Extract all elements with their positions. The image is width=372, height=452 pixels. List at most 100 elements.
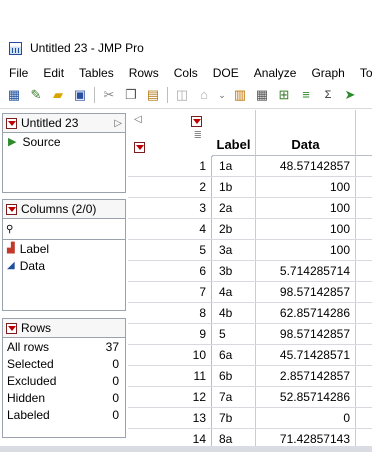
- open-icon[interactable]: ▰: [50, 87, 66, 103]
- cell-data[interactable]: 2.857142857: [256, 366, 356, 386]
- cell-data[interactable]: 5.714285714: [256, 261, 356, 281]
- cell-data[interactable]: 100: [256, 219, 356, 239]
- cell-data[interactable]: 52.85714286: [256, 387, 356, 407]
- cell-label[interactable]: 6a: [212, 345, 256, 365]
- table-row[interactable]: 6 3b 5.714285714: [128, 261, 372, 282]
- red-triangle-menu-icon[interactable]: [6, 322, 17, 334]
- row-number[interactable]: 4: [128, 219, 212, 239]
- cut-icon[interactable]: ✂: [101, 87, 117, 103]
- copy-icon[interactable]: ❐: [123, 87, 139, 103]
- row-number[interactable]: 9: [128, 324, 212, 344]
- menu-tables[interactable]: Tables: [70, 66, 120, 80]
- row-number[interactable]: 10: [128, 345, 212, 365]
- menu-doe[interactable]: DOE: [204, 66, 245, 80]
- calc-icon[interactable]: ▦: [254, 87, 270, 103]
- cell-data[interactable]: 100: [256, 177, 356, 197]
- table-row[interactable]: 3 2a 100: [128, 198, 372, 219]
- collapse-left-arrow-icon[interactable]: ◁: [134, 114, 142, 125]
- arrow-icon[interactable]: ➤: [342, 87, 358, 103]
- lock-icon[interactable]: ⌂: [196, 87, 212, 103]
- save-icon[interactable]: ▣: [72, 87, 88, 103]
- column-header-label[interactable]: Label: [212, 110, 256, 156]
- stat-label: Hidden: [7, 390, 46, 405]
- table-row[interactable]: 2 1b 100: [128, 177, 372, 198]
- toolbar: ▦ ✎ ▰ ▣ ✂ ❐ ▤ ◫ ⌂ ⌄ ▥ ▦ ⊞ ≡ Σ ➤: [0, 82, 372, 109]
- left-panels: Untitled 23 ▷ ▶ Source Columns (2/0) ⚲ ▟…: [0, 110, 128, 452]
- data-grid-icon[interactable]: ▥: [232, 87, 248, 103]
- cell-label[interactable]: 7b: [212, 408, 256, 428]
- rows-red-triangle-icon[interactable]: [134, 142, 145, 153]
- menu-analyze[interactable]: Analyze: [245, 66, 303, 80]
- cell-label[interactable]: 3b: [212, 261, 256, 281]
- new-script-icon[interactable]: ✎: [28, 87, 44, 103]
- row-number[interactable]: 13: [128, 408, 212, 428]
- columns-panel: Columns (2/0) ⚲ ▟ Label ◢ Data: [2, 199, 126, 311]
- table-row[interactable]: 9 5 98.57142857: [128, 324, 372, 345]
- table-icon[interactable]: ▦: [6, 87, 22, 103]
- bar-chart-icon[interactable]: ≡: [298, 87, 314, 103]
- table-row[interactable]: 4 2b 100: [128, 219, 372, 240]
- paste-icon[interactable]: ▤: [145, 87, 161, 103]
- menu-edit[interactable]: Edit: [34, 66, 70, 80]
- row-number[interactable]: 6: [128, 261, 212, 281]
- red-triangle-menu-icon[interactable]: [6, 203, 17, 215]
- menu-rows[interactable]: Rows: [120, 66, 165, 80]
- more-icon[interactable]: ⌄: [218, 87, 226, 103]
- table-row[interactable]: 5 3a 100: [128, 240, 372, 261]
- cell-label[interactable]: 7a: [212, 387, 256, 407]
- cell-label[interactable]: 2b: [212, 219, 256, 239]
- stat-value: 0: [112, 390, 119, 405]
- table-row[interactable]: 10 6a 45.71428571: [128, 345, 372, 366]
- corner-red-triangle-icon[interactable]: [191, 116, 202, 127]
- collapse-arrow-icon[interactable]: ▷: [114, 118, 125, 129]
- column-search-field[interactable]: ⚲: [3, 219, 125, 240]
- row-filter-icon: ≣: [193, 130, 202, 141]
- table-row[interactable]: 13 7b 0: [128, 408, 372, 429]
- row-number[interactable]: 3: [128, 198, 212, 218]
- window-title: Untitled 23 - JMP Pro: [30, 41, 144, 55]
- row-number[interactable]: 12: [128, 387, 212, 407]
- cell-data[interactable]: 98.57142857: [256, 324, 356, 344]
- row-number[interactable]: 11: [128, 366, 212, 386]
- column-name: Label: [19, 241, 50, 256]
- cell-label[interactable]: 5: [212, 324, 256, 344]
- row-number[interactable]: 7: [128, 282, 212, 302]
- cell-label[interactable]: 4b: [212, 303, 256, 323]
- cell-data[interactable]: 100: [256, 198, 356, 218]
- column-item-label[interactable]: ▟ Label: [3, 240, 125, 257]
- cell-label[interactable]: 4a: [212, 282, 256, 302]
- source-row[interactable]: ▶ Source: [3, 133, 125, 150]
- continuous-triangle-icon: ◢: [7, 260, 15, 271]
- table-row[interactable]: 7 4a 98.57142857: [128, 282, 372, 303]
- column-header-data[interactable]: Data: [256, 110, 356, 156]
- cell-label[interactable]: 1a: [212, 156, 256, 176]
- cell-label[interactable]: 6b: [212, 366, 256, 386]
- column-item-data[interactable]: ◢ Data: [3, 257, 125, 274]
- cell-label[interactable]: 3a: [212, 240, 256, 260]
- row-number[interactable]: 2: [128, 177, 212, 197]
- table-row[interactable]: 8 4b 62.85714286: [128, 303, 372, 324]
- row-number[interactable]: 5: [128, 240, 212, 260]
- window-titlebar: Untitled 23 - JMP Pro: [0, 36, 372, 60]
- menu-file[interactable]: File: [0, 66, 34, 80]
- menu-graph[interactable]: Graph: [302, 66, 350, 80]
- row-number[interactable]: 8: [128, 303, 212, 323]
- table-row[interactable]: 1 1a 48.57142857: [128, 156, 372, 177]
- table-row[interactable]: 11 6b 2.857142857: [128, 366, 372, 387]
- cell-data[interactable]: 98.57142857: [256, 282, 356, 302]
- red-triangle-menu-icon[interactable]: [6, 117, 17, 129]
- menu-tools[interactable]: Tools: [351, 66, 372, 80]
- menu-cols[interactable]: Cols: [165, 66, 204, 80]
- cell-data[interactable]: 62.85714286: [256, 303, 356, 323]
- cell-data[interactable]: 45.71428571: [256, 345, 356, 365]
- formula-icon[interactable]: Σ: [320, 87, 336, 103]
- cell-data[interactable]: 100: [256, 240, 356, 260]
- table-row[interactable]: 12 7a 52.85714286: [128, 387, 372, 408]
- row-number[interactable]: 1: [128, 156, 212, 176]
- layout-icon[interactable]: ⊞: [276, 87, 292, 103]
- cell-data[interactable]: 0: [256, 408, 356, 428]
- select-icon[interactable]: ◫: [174, 87, 190, 103]
- cell-label[interactable]: 1b: [212, 177, 256, 197]
- cell-label[interactable]: 2a: [212, 198, 256, 218]
- cell-data[interactable]: 48.57142857: [256, 156, 356, 176]
